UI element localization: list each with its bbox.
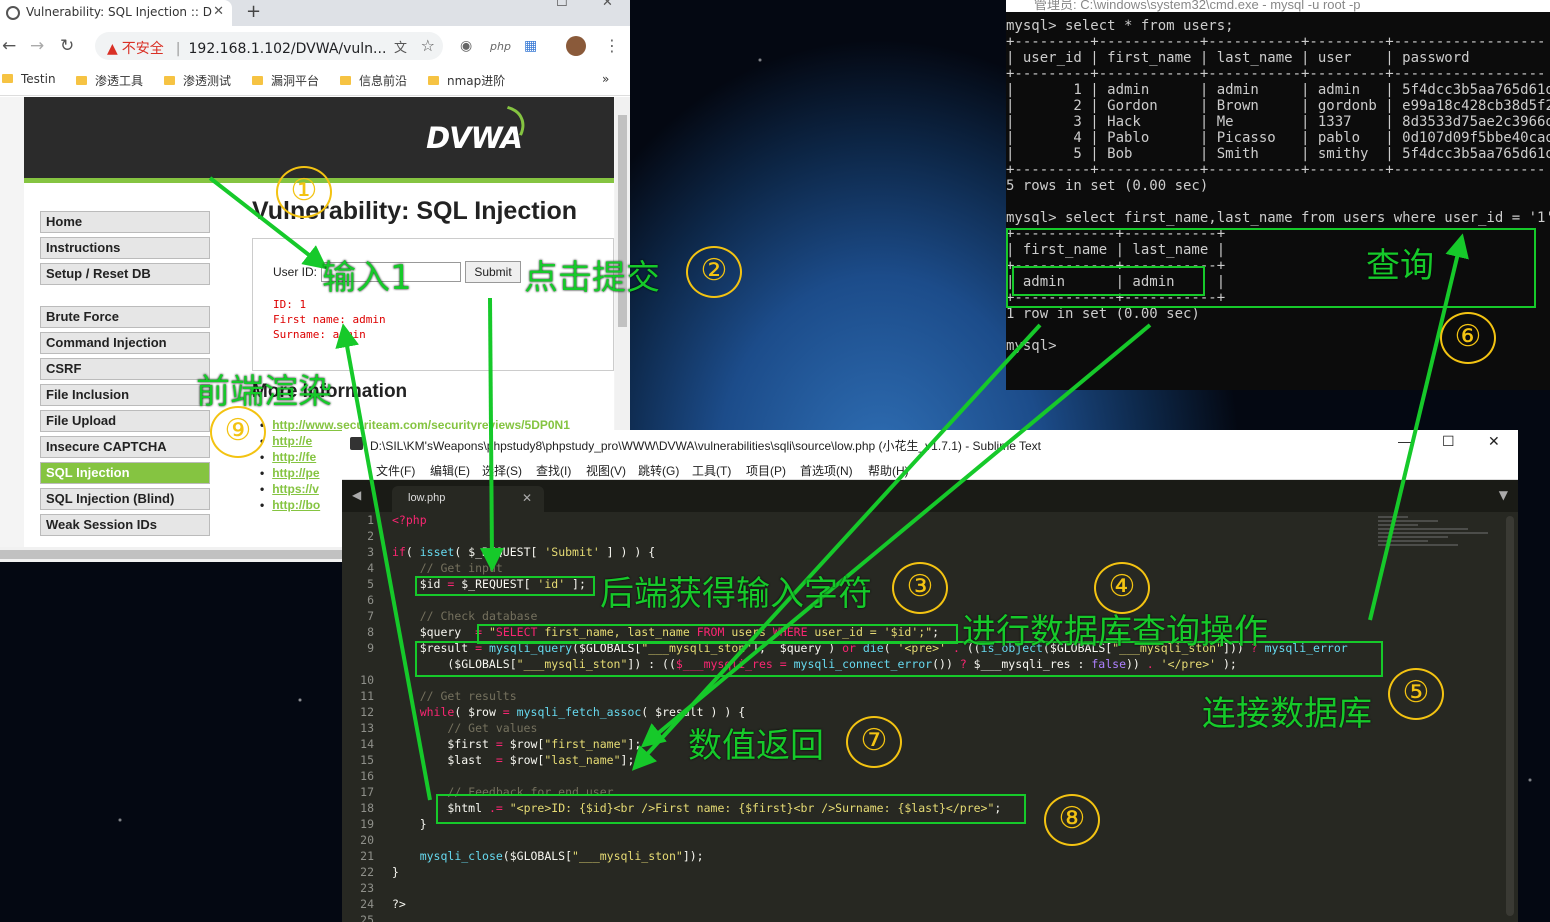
- folder-icon: [76, 76, 87, 85]
- menu-project[interactable]: 项目(P): [746, 462, 786, 479]
- forward-icon[interactable]: →: [30, 36, 44, 56]
- menu-file-inclusion[interactable]: File Inclusion: [40, 384, 210, 406]
- menu-command-injection[interactable]: Command Injection: [40, 332, 210, 354]
- url-text: 192.168.1.102/DVWA/vuln...: [188, 41, 387, 57]
- extension-circle-icon[interactable]: ◉: [460, 38, 472, 54]
- menu-selection[interactable]: 选择(S): [482, 462, 522, 479]
- menu-edit[interactable]: 编辑(E): [430, 462, 470, 479]
- menu-goto[interactable]: 跳转(G): [638, 462, 679, 479]
- close-tab-icon[interactable]: ✕: [213, 4, 224, 19]
- maximize-icon[interactable]: ☐: [556, 0, 568, 10]
- bookmarks-more-icon[interactable]: »: [602, 72, 609, 86]
- render-box: [436, 794, 1026, 824]
- cmd-title-bar: 管理员: C:\windows\system32\cmd.exe - mysql…: [1006, 0, 1550, 12]
- php-extension-icon[interactable]: php: [490, 40, 511, 53]
- menu-help[interactable]: 帮助(H): [868, 462, 909, 479]
- step-9-marker: ⑨: [210, 406, 266, 458]
- submit-button[interactable]: Submit: [465, 261, 521, 283]
- annotation-connect: 连接数据库: [1202, 694, 1372, 734]
- annotation-render: 前端渲染: [196, 372, 332, 412]
- extensions-puzzle-icon[interactable]: ▦: [524, 38, 537, 54]
- sublime-menu-bar: 文件(F) 编辑(E) 选择(S) 查找(I) 视图(V) 跳转(G) 工具(T…: [342, 458, 1518, 480]
- tab-label: low.php: [408, 492, 446, 504]
- browser-tab-bar: Vulnerability: SQL Injection :: D ✕ + ☐ …: [0, 0, 630, 26]
- menu-home[interactable]: Home: [40, 211, 210, 233]
- warning-icon: ▲: [107, 41, 118, 57]
- tab-scroll-left-icon[interactable]: ◀: [352, 488, 361, 502]
- more-menu-icon[interactable]: ⋮: [604, 36, 620, 55]
- annotation-input: 输入1: [322, 258, 412, 298]
- translate-icon[interactable]: 文: [394, 37, 407, 56]
- line-numbers: 1 2 3 4 5 6 7 8 9 10 11 12 13 14 15 16 1…: [360, 513, 374, 922]
- maximize-icon[interactable]: ☐: [1442, 433, 1455, 450]
- menu-brute-force[interactable]: Brute Force: [40, 306, 210, 328]
- bookmark-folder[interactable]: 漏洞平台: [252, 72, 319, 89]
- menu-find[interactable]: 查找(I): [536, 462, 571, 479]
- menu-file[interactable]: 文件(F): [376, 462, 415, 479]
- address-bar: ← → ↻ ▲ 不安全 | 192.168.1.102/DVWA/vuln... 文 …: [0, 26, 630, 66]
- security-warning: 不安全: [121, 41, 164, 57]
- new-tab-button[interactable]: +: [246, 1, 261, 22]
- menu-sql-injection-blind[interactable]: SQL Injection (Blind): [40, 488, 210, 510]
- menu-weak-session-ids[interactable]: Weak Session IDs: [40, 514, 210, 536]
- id-input-box: [415, 576, 595, 596]
- annotation-submit: 点击提交: [524, 258, 660, 298]
- dvwa-logo: DVWA: [426, 121, 523, 155]
- step-7-marker: ⑦: [846, 716, 902, 768]
- sublime-tab-bar: ◀ low.php ✕ ▼: [342, 480, 1518, 512]
- menu-file-upload[interactable]: File Upload: [40, 410, 210, 432]
- page-favicon-icon: [6, 6, 20, 20]
- tab-low-php[interactable]: low.php ✕: [392, 486, 544, 512]
- profile-avatar[interactable]: [566, 36, 586, 56]
- tab-dropdown-icon[interactable]: ▼: [1499, 488, 1508, 502]
- menu-preferences[interactable]: 首选项(N): [800, 462, 853, 479]
- menu-tools[interactable]: 工具(T): [692, 462, 731, 479]
- menu-setup[interactable]: Setup / Reset DB: [40, 263, 210, 285]
- bookmark-folder[interactable]: nmap进阶: [428, 72, 505, 89]
- annotation-return: 数值返回: [688, 726, 824, 766]
- step-2-marker: ②: [686, 246, 742, 298]
- folder-icon: [164, 76, 175, 85]
- step-3-marker: ③: [892, 562, 948, 614]
- user-id-label: User ID:: [273, 265, 318, 279]
- sublime-app-icon: [350, 437, 363, 450]
- step-5-marker: ⑤: [1388, 668, 1444, 720]
- close-icon[interactable]: ✕: [1488, 433, 1500, 450]
- menu-csrf[interactable]: CSRF: [40, 358, 210, 380]
- editor-scrollbar[interactable]: [1506, 516, 1514, 916]
- menu-insecure-captcha[interactable]: Insecure CAPTCHA: [40, 436, 210, 458]
- bookmark-star-icon[interactable]: ☆: [421, 36, 435, 55]
- annotation-backend: 后端获得输入字符: [600, 574, 872, 614]
- step-6-marker: ⑥: [1440, 312, 1496, 364]
- menu-instructions[interactable]: Instructions: [40, 237, 210, 259]
- annotation-query: 查询: [1366, 246, 1434, 286]
- menu-view[interactable]: 视图(V): [586, 462, 626, 479]
- url-field[interactable]: ▲ 不安全 | 192.168.1.102/DVWA/vuln... 文 ☆: [95, 32, 443, 60]
- folder-icon: [428, 76, 439, 85]
- tab-title: Vulnerability: SQL Injection :: D: [26, 5, 212, 19]
- reload-icon[interactable]: ↻: [60, 36, 74, 56]
- step-4-marker: ④: [1094, 562, 1150, 614]
- back-icon[interactable]: ←: [2, 36, 16, 56]
- bookmark-item[interactable]: Testin: [2, 72, 56, 86]
- bookmark-folder[interactable]: 渗透测试: [164, 72, 231, 89]
- code-minimap[interactable]: [1378, 516, 1498, 576]
- menu-sql-injection[interactable]: SQL Injection: [40, 462, 210, 484]
- sublime-title: D:\SIL\KM'sWeapons\phpstudy8\phpstudy_pr…: [370, 439, 1042, 453]
- folder-icon: [340, 76, 351, 85]
- close-window-icon[interactable]: ✕: [602, 0, 613, 10]
- close-tab-icon[interactable]: ✕: [522, 491, 532, 505]
- sublime-title-bar: D:\SIL\KM'sWeapons\phpstudy8\phpstudy_pr…: [342, 430, 1518, 458]
- bookmark-folder[interactable]: 渗透工具: [76, 72, 143, 89]
- step-8-marker: ⑧: [1044, 794, 1100, 846]
- folder-icon: [252, 76, 263, 85]
- browser-tab[interactable]: Vulnerability: SQL Injection :: D ✕: [0, 0, 232, 26]
- step-1-marker: ①: [276, 166, 332, 218]
- bookmark-folder[interactable]: 信息前沿: [340, 72, 407, 89]
- result-row-box: [1012, 266, 1205, 296]
- dvwa-menu: Home Instructions Setup / Reset DB Brute…: [40, 211, 210, 540]
- minimize-icon[interactable]: —: [1398, 433, 1412, 449]
- bookmarks-bar: Testin 渗透工具 渗透测试 漏洞平台 信息前沿 nmap进阶 »: [0, 66, 630, 96]
- query-result: ID: 1 First name: admin Surname: admin: [273, 298, 386, 341]
